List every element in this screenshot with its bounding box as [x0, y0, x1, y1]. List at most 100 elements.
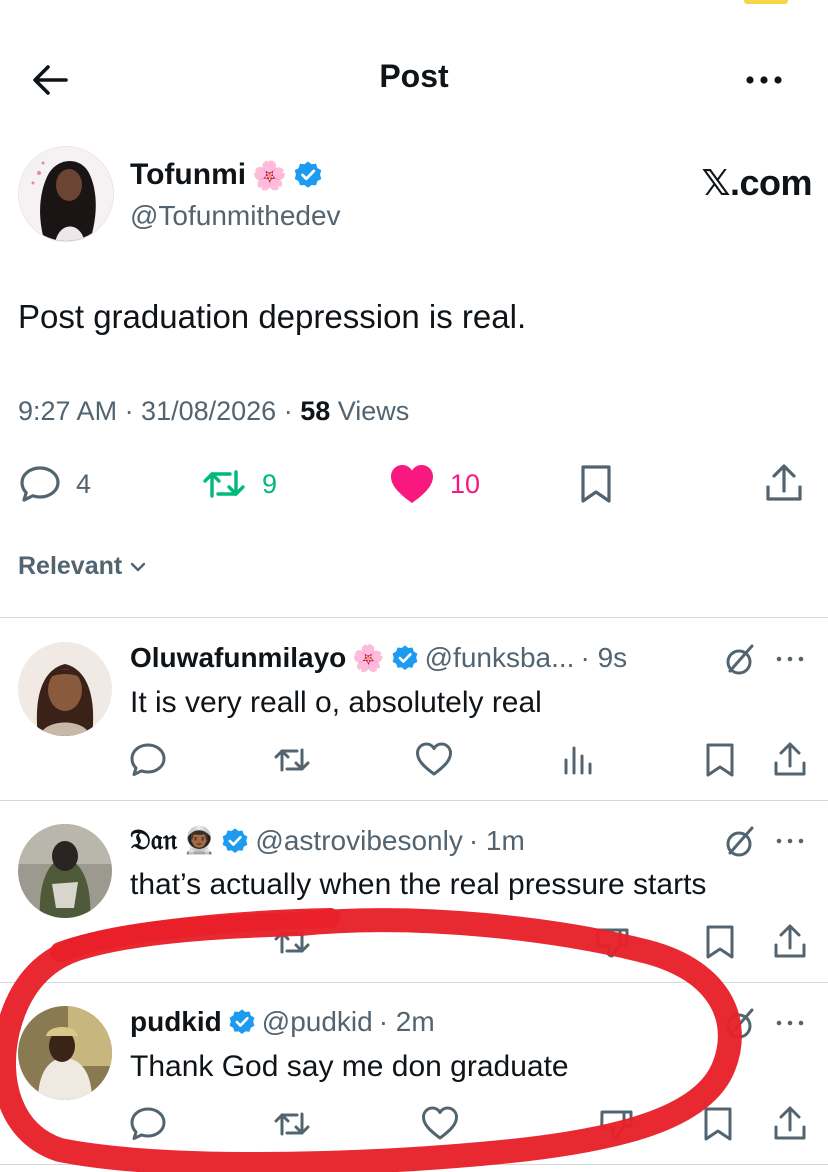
- reply-item[interactable]: pudkid @pudkid · 2m Thank God say me don…: [0, 986, 828, 1166]
- analytics-icon: [564, 746, 592, 775]
- reply-count: 4: [76, 468, 92, 499]
- reply-header: Oluwafunmilayo 🌸 @funksba... · 9s: [130, 642, 627, 674]
- reply-text: It is very reall o, absolutely real: [130, 686, 542, 719]
- repost-button[interactable]: [272, 740, 312, 780]
- reply-more-button[interactable]: [772, 644, 808, 674]
- bookmark-button[interactable]: [700, 922, 740, 962]
- views-count: 58: [300, 396, 331, 426]
- bookmark-icon: [704, 1107, 732, 1141]
- reply-author-name[interactable]: pudkid: [130, 1006, 222, 1038]
- more-horizontal-icon: [746, 76, 782, 84]
- views-label: Views: [330, 396, 410, 426]
- grok-button[interactable]: [720, 1004, 760, 1044]
- astronaut-emoji: 👨🏾‍🚀: [183, 825, 216, 855]
- thumbs-down-icon: [596, 928, 629, 958]
- bookmark-button[interactable]: [576, 456, 616, 512]
- reply-text: Thank God say me don graduate: [130, 1050, 569, 1083]
- bookmark-icon: [581, 465, 611, 503]
- divider: [0, 800, 828, 801]
- reply-item[interactable]: Oluwafunmilayo 🌸 @funksba... · 9s It is …: [0, 622, 828, 802]
- x-watermark: 𝕏.com: [701, 162, 812, 203]
- bookmark-button[interactable]: [700, 740, 740, 780]
- thumbs-down-icon: [600, 1110, 633, 1140]
- like-button[interactable]: [414, 740, 454, 780]
- more-horizontal-icon: [776, 656, 804, 662]
- reply-more-button[interactable]: [772, 1008, 808, 1038]
- more-horizontal-icon: [776, 1020, 804, 1026]
- more-options-button[interactable]: [742, 60, 786, 100]
- share-icon: [774, 924, 806, 958]
- share-icon: [766, 464, 802, 501]
- dislike-button[interactable]: [592, 922, 632, 962]
- reply-time[interactable]: · 1m: [469, 825, 525, 857]
- post-actions: 4 9 10: [0, 456, 828, 512]
- reply-time[interactable]: · 9s: [580, 642, 627, 674]
- reply-icon: [20, 466, 60, 502]
- author-handle[interactable]: @Tofunmithedev: [130, 200, 341, 232]
- grok-button[interactable]: [720, 640, 760, 680]
- reply-author-name[interactable]: 𝔇𝔞𝔫: [130, 824, 177, 857]
- grok-icon: [726, 644, 754, 675]
- grok-icon: [726, 1008, 754, 1039]
- reply-button[interactable]: 4: [18, 456, 91, 512]
- divider: [0, 617, 828, 618]
- repost-count: 9: [262, 468, 278, 499]
- repost-button[interactable]: [272, 922, 312, 962]
- reply-more-button[interactable]: [772, 826, 808, 856]
- dislike-button[interactable]: [596, 1104, 636, 1144]
- sort-dropdown[interactable]: Relevant: [18, 552, 148, 581]
- divider: [0, 1164, 828, 1165]
- flower-emoji: 🌸: [352, 642, 385, 673]
- verified-badge-icon: [392, 645, 418, 670]
- verified-badge-icon: [223, 827, 248, 853]
- repost-icon: [274, 748, 310, 772]
- reply-button[interactable]: [128, 1104, 168, 1144]
- reply-text: that’s actually when the real pressure s…: [130, 868, 707, 901]
- reply-handle[interactable]: @pudkid: [262, 1006, 373, 1038]
- grok-icon: [726, 826, 754, 857]
- divider: [0, 982, 828, 983]
- author-name[interactable]: Tofunmi: [130, 158, 246, 192]
- reply-time[interactable]: · 2m: [379, 1006, 435, 1038]
- reply-item[interactable]: 𝔇𝔞𝔫 👨🏾‍🚀 @astrovibesonly · 1m that’s act…: [0, 804, 828, 984]
- bookmark-button[interactable]: [698, 1104, 738, 1144]
- reply-header: 𝔇𝔞𝔫 👨🏾‍🚀 @astrovibesonly · 1m: [130, 824, 525, 857]
- like-button[interactable]: [420, 1104, 460, 1144]
- avatar[interactable]: [18, 1006, 112, 1100]
- repost-button[interactable]: 9: [200, 456, 277, 512]
- reply-header: pudkid @pudkid · 2m: [130, 1006, 435, 1038]
- avatar[interactable]: [18, 824, 112, 918]
- post-text: Post graduation depression is real.: [18, 298, 527, 335]
- more-horizontal-icon: [776, 838, 804, 844]
- like-button[interactable]: 10: [388, 456, 480, 512]
- top-bar: Post: [0, 0, 828, 150]
- analytics-button[interactable]: [558, 740, 598, 780]
- author-name-row[interactable]: Tofunmi 🌸: [130, 158, 323, 192]
- avatar[interactable]: [18, 146, 114, 242]
- post-meta: 9:27 AM · 31/08/2026 · 58 Views: [18, 396, 409, 427]
- like-count: 10: [450, 468, 481, 499]
- page-title: Post: [379, 58, 449, 94]
- reply-handle[interactable]: @funksba...: [425, 642, 575, 674]
- share-button[interactable]: [770, 1104, 810, 1144]
- reply-author-name[interactable]: Oluwafunmilayo: [130, 642, 346, 674]
- flower-emoji: 🌸: [252, 159, 287, 191]
- reply-button[interactable]: [128, 740, 168, 780]
- verified-badge-icon: [294, 161, 322, 188]
- share-button[interactable]: [770, 740, 810, 780]
- bookmark-icon: [706, 925, 734, 959]
- share-button[interactable]: [762, 456, 806, 512]
- avatar[interactable]: [18, 642, 112, 736]
- chevron-down-icon: [131, 562, 146, 571]
- post-author: Tofunmi 🌸 @Tofunmithedev 𝕏.com: [18, 146, 818, 246]
- reply-icon: [130, 743, 166, 776]
- repost-button[interactable]: [272, 1104, 312, 1144]
- reply-handle[interactable]: @astrovibesonly: [255, 825, 462, 857]
- share-button[interactable]: [770, 922, 810, 962]
- repost-icon: [274, 930, 310, 954]
- status-indicator: [744, 0, 788, 4]
- post-timestamp[interactable]: 9:27 AM · 31/08/2026 ·: [18, 396, 300, 426]
- verified-badge-icon: [229, 1009, 255, 1034]
- grok-button[interactable]: [720, 822, 760, 862]
- heart-icon: [422, 1106, 458, 1140]
